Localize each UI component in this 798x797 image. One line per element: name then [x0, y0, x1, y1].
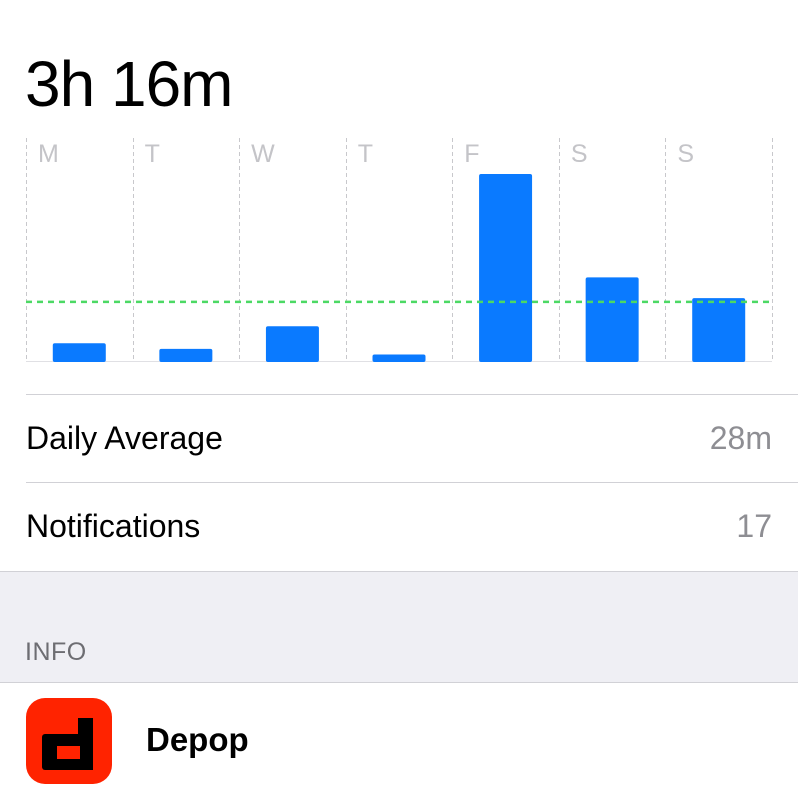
bar-3 [372, 354, 426, 362]
bar-5 [585, 277, 639, 362]
chart-canvas [26, 138, 773, 362]
bar-2 [265, 326, 319, 362]
notifications-value: 17 [736, 508, 772, 544]
app-row-depop[interactable]: Depop [0, 683, 798, 797]
screen-time-detail: 3h 16m M T W T F S S Daily Average 28m Notific… [0, 0, 798, 797]
bar-1 [159, 348, 213, 362]
day-label: M [38, 140, 59, 168]
app-name: Depop [146, 721, 249, 758]
weekly-usage-chart: MTWTFSS [26, 138, 773, 362]
bar-4 [479, 174, 533, 362]
notifications-label: Notifications [26, 508, 201, 544]
bar-6 [692, 298, 746, 362]
total-time: 3h 16m [25, 48, 233, 120]
day-label: W [251, 140, 275, 168]
day-label: T [357, 140, 373, 168]
info-section-header: INFO [0, 571, 798, 683]
day-label: S [570, 140, 588, 168]
day-label: F [464, 140, 480, 168]
day-label: S [677, 140, 695, 168]
day-label: T [144, 140, 160, 168]
daily-average-row: Daily Average 28m [0, 395, 798, 482]
section-title: INFO [25, 638, 87, 666]
daily-average-value: 28m [709, 420, 772, 456]
bar-0 [52, 343, 106, 362]
notifications-row: Notifications 17 [0, 483, 798, 570]
divider [0, 571, 798, 572]
daily-average-label: Daily Average [26, 420, 223, 456]
depop-logo-icon [26, 698, 112, 784]
